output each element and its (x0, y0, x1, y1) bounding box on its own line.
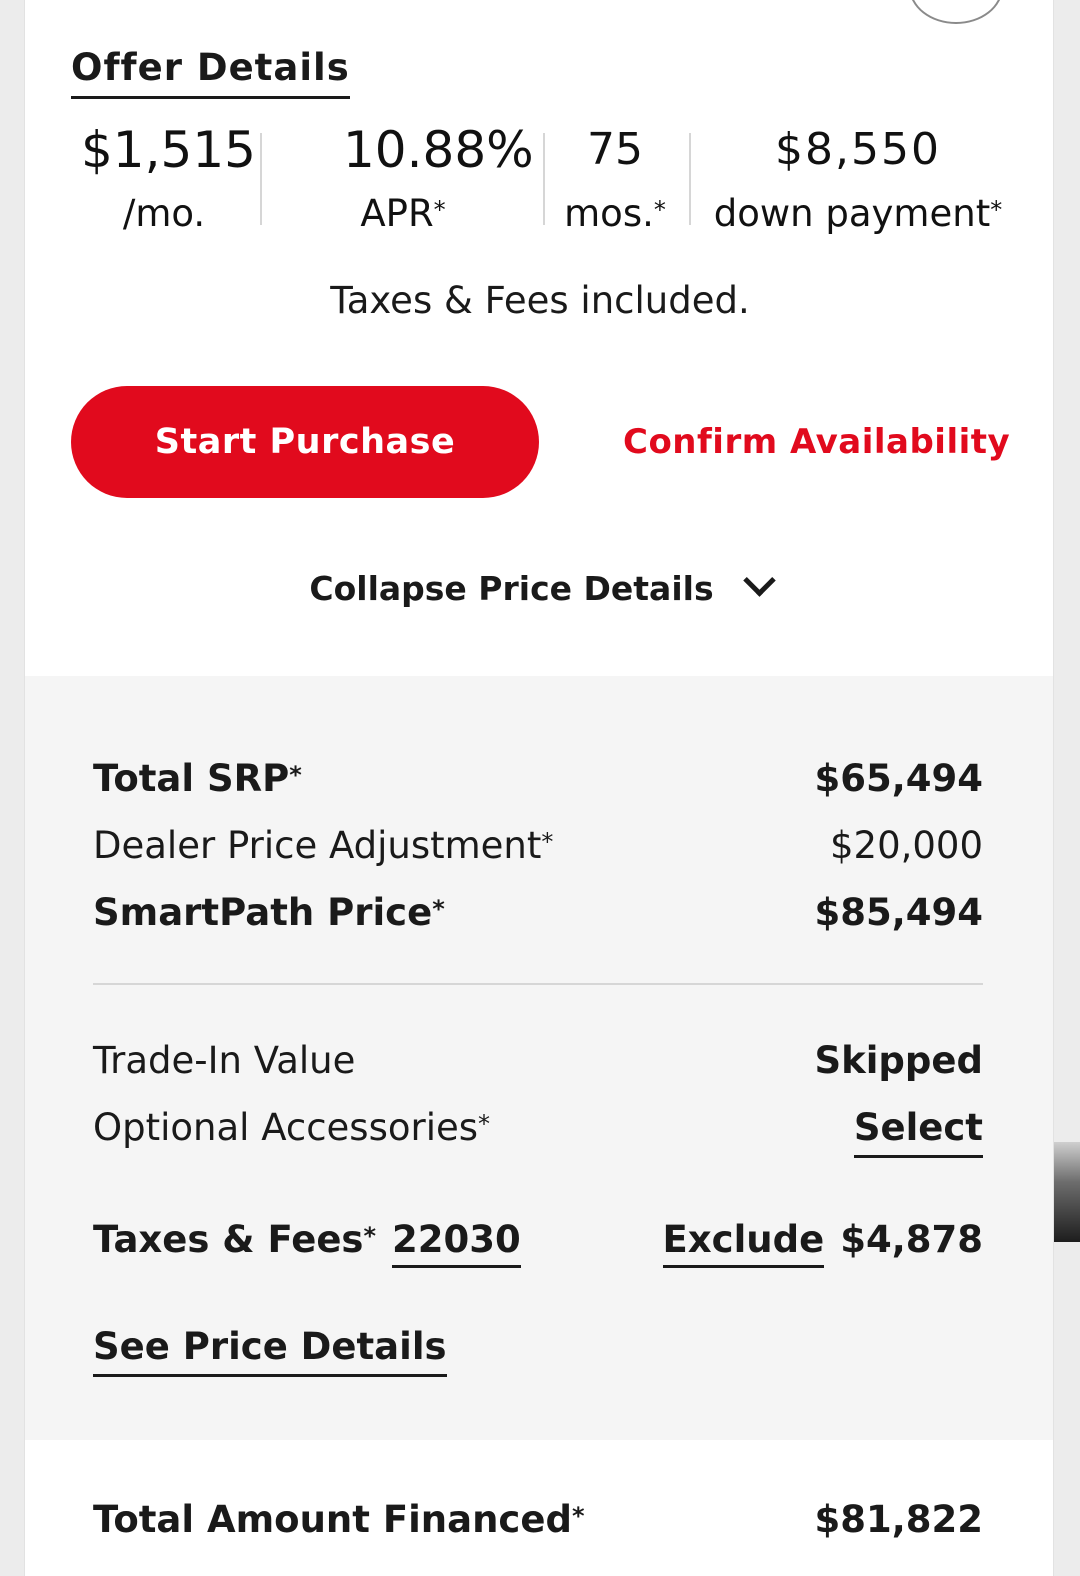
collapse-price-details-label: Collapse Price Details (309, 569, 714, 608)
accessories-select-link[interactable]: Select (853, 1105, 983, 1158)
total-financed-label-wrap: Total Amount Financed* (93, 1497, 585, 1543)
down-payment-label-wrap: down payment* (703, 192, 1013, 236)
see-price-details-link[interactable]: See Price Details (93, 1324, 447, 1377)
collapse-price-details-toggle[interactable]: Collapse Price Details (25, 564, 1055, 612)
apr-stat: 10.88% APR* (343, 120, 534, 236)
taxes-fees-asterisk: * (363, 1222, 376, 1250)
down-payment-asterisk: * (990, 196, 1003, 224)
price-details-panel: Total SRP* $65,494 Dealer Price Adjustme… (25, 676, 1053, 1440)
term-asterisk: * (653, 196, 666, 224)
taxes-fees-label: Taxes & Fees (93, 1218, 364, 1261)
total-srp-asterisk: * (289, 761, 302, 789)
offer-details-title: Offer Details (71, 46, 350, 99)
down-payment-stat: $8,550 down payment* (703, 120, 1013, 236)
dealer-adjustment-value: $20,000 (829, 824, 983, 867)
chevron-down-icon (742, 564, 776, 597)
smartpath-label: SmartPath Price (93, 891, 433, 934)
taxes-fees-value: $4,878 (840, 1218, 983, 1261)
smartpath-asterisk: * (432, 895, 445, 923)
stat-divider (260, 133, 262, 225)
term-stat: 75 mos.* (555, 120, 675, 236)
monthly-payment-value: $1,515 (81, 121, 256, 179)
total-financed-label: Total Amount Financed (93, 1498, 572, 1541)
trade-in-label: Trade-In Value (93, 1039, 356, 1082)
taxes-included-note: Taxes & Fees included. (330, 279, 750, 322)
down-payment-label: down payment (713, 192, 991, 235)
total-srp-label: Total SRP (93, 757, 290, 800)
divider (93, 983, 983, 985)
trade-in-value: Skipped (814, 1039, 984, 1082)
accessories-label-wrap: Optional Accessories* (93, 1105, 490, 1151)
total-financed-section: Total Amount Financed* $81,822 (25, 1440, 1053, 1576)
zip-code-link[interactable]: 22030 (392, 1218, 521, 1268)
apr-value: 10.88% (343, 121, 534, 179)
stat-divider (689, 133, 691, 225)
total-financed-value: $81,822 (814, 1498, 983, 1541)
total-financed-asterisk: * (571, 1502, 585, 1530)
exclude-taxes-link[interactable]: Exclude (662, 1218, 825, 1268)
monthly-payment-stat: $1,515 /mo. (81, 120, 256, 236)
term-label-wrap: mos.* (555, 192, 675, 236)
term-value: 75 (587, 124, 643, 175)
confirm-availability-link[interactable]: Confirm Availability (623, 420, 1010, 464)
dealer-adjustment-label-wrap: Dealer Price Adjustment* (93, 823, 553, 869)
apr-label-wrap: APR* (283, 192, 523, 236)
term-label: mos. (564, 192, 654, 235)
taxes-fees-label-wrap: Taxes & Fees* 22030 (93, 1217, 521, 1268)
smartpath-label-wrap: SmartPath Price* (93, 890, 445, 936)
stat-divider (543, 133, 545, 225)
taxes-fees-value-wrap: Exclude $4,878 (662, 1217, 983, 1268)
start-purchase-button[interactable]: Start Purchase (71, 386, 539, 498)
dealer-adjustment-label: Dealer Price Adjustment (93, 824, 542, 867)
accessories-label: Optional Accessories (93, 1106, 479, 1149)
total-srp-value: $65,494 (814, 757, 983, 800)
offer-card: Offer Details $1,515 /mo. 10.88% APR* 75… (24, 0, 1054, 1576)
apr-asterisk: * (433, 196, 446, 224)
apr-label: APR (360, 192, 434, 235)
smartpath-value: $85,494 (814, 891, 983, 934)
down-payment-value: $8,550 (775, 124, 941, 175)
vehicle-thumbnail-edge[interactable] (1054, 1142, 1080, 1242)
dealer-adjustment-asterisk: * (541, 828, 554, 856)
total-srp-label-wrap: Total SRP* (93, 756, 302, 802)
monthly-payment-unit: /mo. (122, 192, 206, 235)
accessories-asterisk: * (478, 1110, 491, 1138)
circle-icon[interactable] (909, 0, 1003, 24)
